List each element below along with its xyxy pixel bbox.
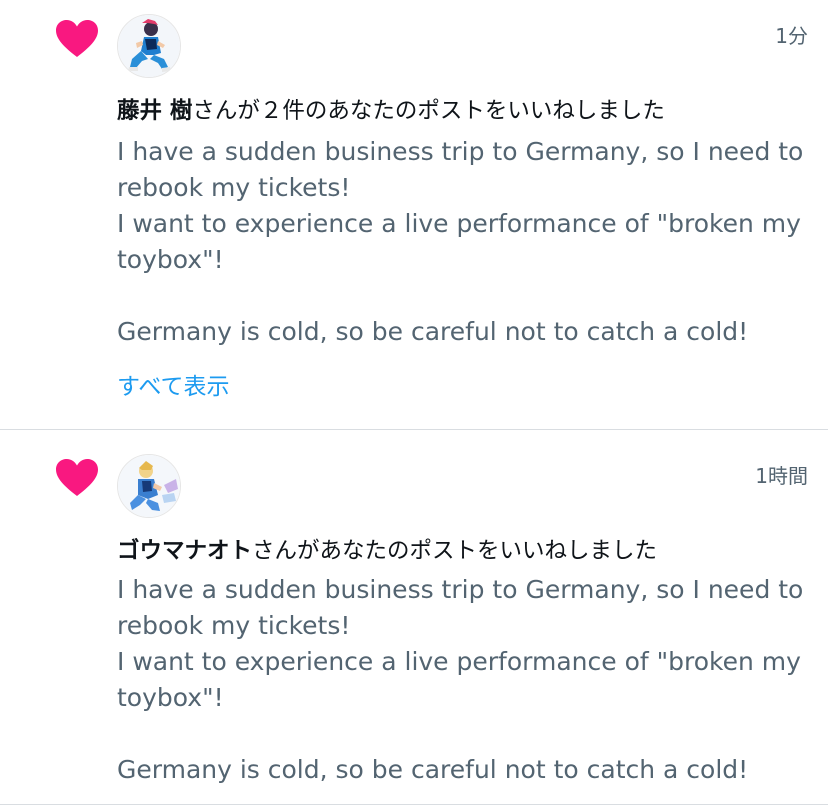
avatar[interactable] bbox=[117, 14, 181, 78]
notification-headline: ゴウマナオトさんがあなたのポストをいいねしました bbox=[117, 535, 808, 567]
notifications-feed: 1分 藤井 樹さんが２件のあなたのポストをいいねしました I have a su… bbox=[0, 0, 828, 809]
timestamp: 1時間 bbox=[755, 464, 808, 488]
post-text[interactable]: I have a sudden business trip to Germany… bbox=[117, 572, 807, 788]
like-notification[interactable]: 1分 藤井 樹さんが２件のあなたのポストをいいねしました I have a su… bbox=[0, 0, 828, 430]
action-text: さんが２件のあなたのポストをいいねしました bbox=[192, 98, 665, 124]
like-notification[interactable]: 1時間 ゴウマナオトさんがあなたのポストをいいねしました I have a su… bbox=[0, 430, 828, 805]
show-all-link[interactable]: すべて表示 bbox=[117, 367, 229, 401]
user-name[interactable]: ゴウマナオト bbox=[117, 538, 252, 564]
avatar-image bbox=[118, 15, 180, 77]
avatar-image bbox=[118, 455, 180, 517]
heart-icon bbox=[56, 20, 98, 57]
notification-headline: 藤井 樹さんが２件のあなたのポストをいいねしました bbox=[117, 95, 808, 127]
heart-icon bbox=[56, 459, 98, 496]
post-text[interactable]: I have a sudden business trip to Germany… bbox=[117, 134, 807, 350]
action-text: さんがあなたのポストをいいねしました bbox=[252, 538, 658, 564]
user-name[interactable]: 藤井 樹 bbox=[117, 98, 192, 124]
avatar[interactable] bbox=[117, 454, 181, 518]
timestamp: 1分 bbox=[775, 24, 808, 48]
